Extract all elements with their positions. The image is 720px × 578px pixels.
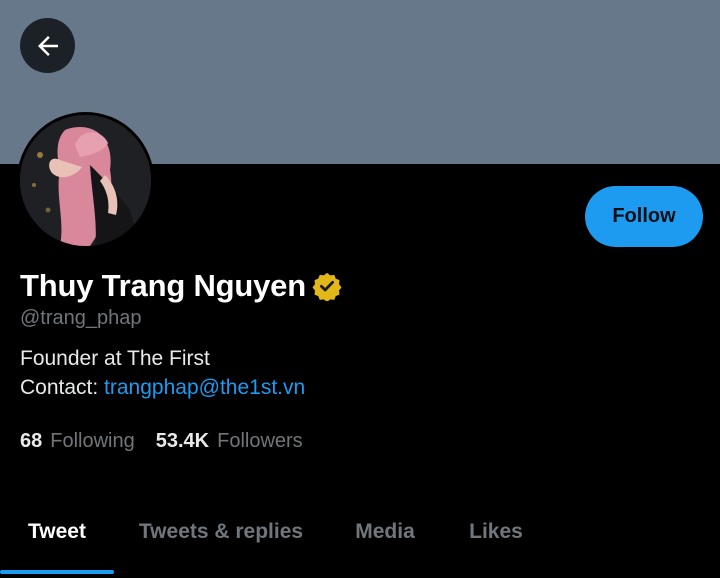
verified-badge-icon bbox=[312, 272, 342, 301]
tab-tweets-replies[interactable]: Tweets & replies bbox=[126, 508, 316, 578]
followers-label: Followers bbox=[217, 430, 303, 452]
bio-line: Founder at The First bbox=[20, 347, 210, 370]
follow-button[interactable]: Follow bbox=[585, 186, 703, 247]
followers-count: 53.4K bbox=[155, 430, 210, 452]
avatar-photo bbox=[20, 115, 151, 246]
bio-contact-line: Contact: trangphap@the1st.vn bbox=[20, 373, 305, 402]
avatar[interactable] bbox=[17, 112, 154, 249]
contact-email-link[interactable]: trangphap@the1st.vn bbox=[104, 376, 305, 399]
back-button[interactable] bbox=[20, 18, 75, 73]
profile-bio: Founder at The First Contact: trangphap@… bbox=[20, 344, 305, 402]
followers-stat[interactable]: 53.4K Followers bbox=[156, 430, 303, 453]
following-label: Following bbox=[50, 430, 135, 452]
profile-handle: @trang_phap bbox=[20, 307, 142, 329]
profile-name-row: Thuy Trang Nguyen bbox=[20, 266, 342, 306]
profile-tabs: Tweet Tweets & replies Media Likes bbox=[0, 508, 720, 578]
active-tab-indicator bbox=[0, 570, 114, 574]
profile-name: Thuy Trang Nguyen bbox=[20, 268, 306, 303]
tab-media[interactable]: Media bbox=[340, 508, 430, 578]
tab-tweet[interactable]: Tweet bbox=[0, 508, 114, 578]
following-stat[interactable]: 68 Following bbox=[20, 430, 135, 453]
arrow-left-icon bbox=[37, 35, 58, 56]
contact-label: Contact: bbox=[20, 376, 105, 399]
tab-likes[interactable]: Likes bbox=[458, 508, 534, 578]
following-count: 68 bbox=[20, 430, 43, 452]
profile-stats: 68 Following 53.4K Followers bbox=[20, 430, 303, 453]
